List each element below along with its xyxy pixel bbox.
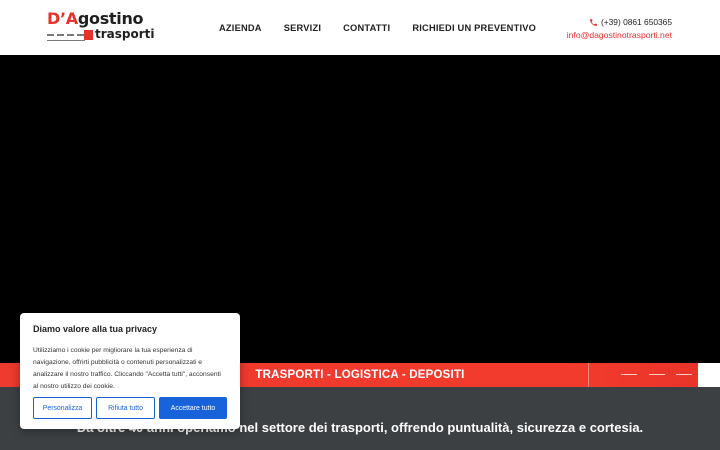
site-logo[interactable]: D’Agostino trasporti [47, 9, 157, 44]
logo-dash [67, 34, 74, 36]
slider-controls [588, 363, 698, 387]
logo-subtitle: trasporti [95, 27, 155, 41]
phone-link[interactable]: (+39) 0861 650365 [567, 17, 672, 27]
slider-dot[interactable] [676, 374, 692, 375]
cookie-buttons: Personalizza Rifiuta tutto Accettare tut… [33, 397, 227, 419]
logo-name: gostino [77, 9, 144, 28]
cookie-description: Utilizziamo i cookie per migliorare la t… [33, 347, 221, 390]
nav-contatti[interactable]: CONTATTI [343, 23, 390, 33]
phone-icon [590, 18, 597, 26]
main-nav: AZIENDA SERVIZI CONTATTI RICHIEDI UN PRE… [208, 0, 547, 55]
customize-button[interactable]: Personalizza [33, 397, 92, 419]
site-header: D’Agostino trasporti AZIENDA SERVIZI CON… [0, 0, 720, 55]
email-link[interactable]: info@dagostinotrasporti.net [567, 30, 672, 40]
logo-dash [57, 34, 64, 36]
header-contact: (+39) 0861 650365 info@dagostinotrasport… [567, 17, 672, 40]
reject-all-button[interactable]: Rifiuta tutto [96, 397, 155, 419]
page: D’Agostino trasporti AZIENDA SERVIZI CON… [0, 0, 720, 450]
slider-dot[interactable] [649, 374, 665, 375]
nav-azienda[interactable]: AZIENDA [219, 23, 262, 33]
nav-servizi[interactable]: SERVIZI [284, 23, 321, 33]
logo-red-square [84, 30, 93, 40]
logo-dash [77, 34, 84, 36]
logo-prefix: D’A [47, 9, 78, 28]
logo-dash [47, 34, 54, 36]
cookie-title: Diamo valore alla tua privacy [33, 324, 158, 334]
nav-richiedi-preventivo[interactable]: RICHIEDI UN PREVENTIVO [412, 23, 536, 33]
phone-number: (+39) 0861 650365 [600, 17, 672, 27]
logo-underline [47, 40, 85, 41]
slider-dot[interactable] [621, 374, 637, 375]
cookie-consent-banner: Diamo valore alla tua privacy Utilizziam… [20, 313, 240, 429]
band-edge [698, 363, 720, 387]
accept-all-button[interactable]: Accettare tutto [159, 397, 227, 419]
logo-line1: D’Agostino [47, 9, 144, 28]
